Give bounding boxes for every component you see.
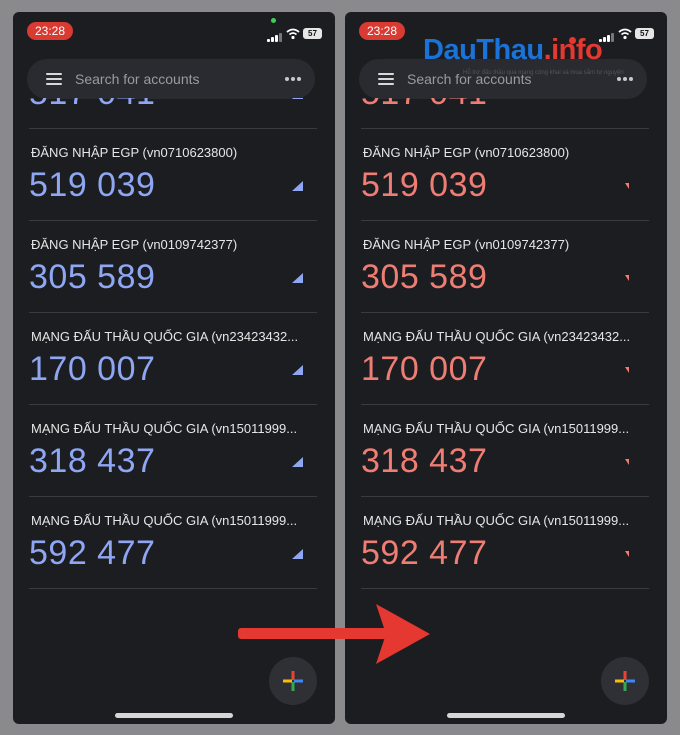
wifi-icon	[286, 28, 300, 40]
logo-tagline: Hỗ trợ đấu thầu qua mạng công khai và mu…	[463, 70, 624, 76]
otp-code[interactable]: 519 039	[29, 166, 155, 205]
account-label: MẠNG ĐẤU THẦU QUỐC GIA (vn15011999...	[31, 513, 298, 528]
mic-indicator-icon	[271, 18, 276, 23]
timer-icon	[292, 98, 303, 99]
otp-code[interactable]: 305 589	[29, 258, 155, 297]
account-row[interactable]: MẠNG ĐẤU THẦU QUỐC GIA (vn15011999... 31…	[29, 404, 317, 497]
menu-icon[interactable]	[378, 73, 394, 85]
timer-icon	[625, 459, 629, 465]
account-list[interactable]: 517 041 ĐĂNG NHẬP EGP (vn0710623800) 519…	[361, 98, 649, 618]
status-bar: 23:28 57	[13, 12, 335, 48]
account-row[interactable]: 517 041	[361, 98, 649, 129]
otp-code[interactable]: 592 477	[361, 534, 487, 573]
account-row[interactable]: 517 041	[29, 98, 317, 129]
account-row[interactable]: ĐĂNG NHẬP EGP (vn0109742377) 305 589	[361, 220, 649, 313]
add-icon	[615, 671, 635, 691]
watermark-logo: DauThau.info Hỗ trợ đấu thầu qua mạng cô…	[423, 34, 633, 76]
otp-code[interactable]: 170 007	[361, 350, 487, 389]
account-row[interactable]: ĐĂNG NHẬP EGP (vn0710623800) 519 039	[361, 128, 649, 221]
menu-icon[interactable]	[46, 73, 62, 85]
otp-code[interactable]: 517 041	[361, 98, 487, 113]
search-input[interactable]	[75, 59, 275, 99]
account-label: ĐĂNG NHẬP EGP (vn0109742377)	[31, 237, 238, 252]
battery-icon: 57	[303, 28, 322, 39]
otp-code[interactable]: 517 041	[29, 98, 155, 113]
account-label: MẠNG ĐẤU THẦU QUỐC GIA (vn23423432...	[363, 329, 631, 344]
timer-icon	[625, 183, 629, 189]
account-row[interactable]: MẠNG ĐẤU THẦU QUỐC GIA (vn23423432... 17…	[29, 312, 317, 405]
otp-code[interactable]: 519 039	[361, 166, 487, 205]
otp-code[interactable]: 318 437	[29, 442, 155, 481]
account-label: ĐĂNG NHẬP EGP (vn0710623800)	[363, 145, 570, 160]
timer-icon	[292, 365, 303, 375]
battery-icon: 57	[635, 28, 654, 39]
timer-icon	[625, 367, 629, 373]
add-account-button[interactable]	[601, 657, 649, 705]
timer-icon	[292, 181, 303, 191]
timer-icon	[623, 98, 635, 100]
add-icon	[283, 671, 303, 691]
home-indicator[interactable]	[115, 713, 233, 718]
otp-code[interactable]: 318 437	[361, 442, 487, 481]
status-time: 23:28	[359, 22, 405, 40]
account-label: MẠNG ĐẤU THẦU QUỐC GIA (vn23423432...	[31, 329, 299, 344]
status-time: 23:28	[27, 22, 73, 40]
otp-code[interactable]: 592 477	[29, 534, 155, 573]
more-icon[interactable]	[617, 77, 633, 81]
timer-icon	[625, 551, 629, 557]
timer-icon	[292, 549, 303, 559]
account-row[interactable]: MẠNG ĐẤU THẦU QUỐC GIA (vn15011999... 59…	[29, 496, 317, 589]
account-list[interactable]: 517 041 ĐĂNG NHẬP EGP (vn0710623800) 519…	[29, 98, 317, 618]
account-label: ĐĂNG NHẬP EGP (vn0710623800)	[31, 145, 238, 160]
search-bar[interactable]	[27, 59, 315, 99]
otp-code[interactable]: 170 007	[29, 350, 155, 389]
account-label: MẠNG ĐẤU THẦU QUỐC GIA (vn15011999...	[363, 421, 630, 436]
signal-icon	[267, 32, 283, 42]
otp-code[interactable]: 305 589	[361, 258, 487, 297]
account-label: ĐĂNG NHẬP EGP (vn0109742377)	[363, 237, 570, 252]
account-label: MẠNG ĐẤU THẦU QUỐC GIA (vn15011999...	[363, 513, 630, 528]
arrow-right-icon	[238, 604, 430, 664]
account-row[interactable]: ĐĂNG NHẬP EGP (vn0710623800) 519 039	[29, 128, 317, 221]
account-row[interactable]: MẠNG ĐẤU THẦU QUỐC GIA (vn23423432... 17…	[361, 312, 649, 405]
timer-icon	[625, 275, 629, 281]
home-indicator[interactable]	[447, 713, 565, 718]
logo-dot	[569, 37, 576, 44]
timer-icon	[292, 457, 303, 467]
more-icon[interactable]	[285, 77, 301, 81]
account-row[interactable]: MẠNG ĐẤU THẦU QUỐC GIA (vn15011999... 31…	[361, 404, 649, 497]
account-row[interactable]: ĐĂNG NHẬP EGP (vn0109742377) 305 589	[29, 220, 317, 313]
account-row[interactable]: MẠNG ĐẤU THẦU QUỐC GIA (vn15011999... 59…	[361, 496, 649, 589]
account-label: MẠNG ĐẤU THẦU QUỐC GIA (vn15011999...	[31, 421, 298, 436]
timer-icon	[292, 273, 303, 283]
logo-main-text: DauThau	[423, 34, 544, 66]
